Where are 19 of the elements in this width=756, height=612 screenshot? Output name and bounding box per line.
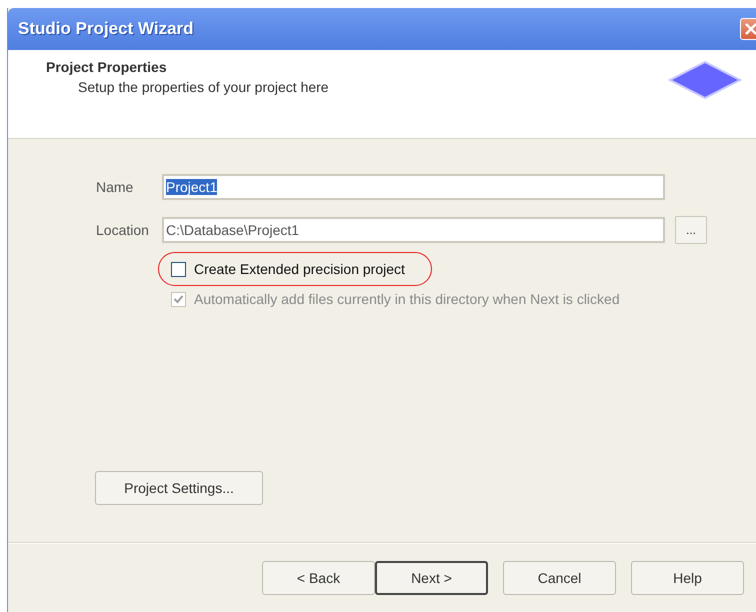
input-field[interactable]: Project1 bbox=[162, 174, 665, 200]
page-title: Project Properties bbox=[46, 59, 168, 75]
browse-button[interactable]: ... bbox=[675, 216, 707, 244]
diamond-icon bbox=[668, 60, 742, 100]
checkbox-label: Create Extended precision project bbox=[194, 261, 405, 277]
wizard-button[interactable]: Next > bbox=[375, 561, 488, 595]
page-subtitle: Setup the properties of your project here bbox=[78, 79, 329, 95]
field-label: Location bbox=[96, 222, 150, 238]
checkbox-label: Automatically add files currently in this directory when Next is clicked bbox=[194, 291, 620, 307]
wizard-button[interactable]: Cancel bbox=[503, 561, 616, 595]
wizard-button[interactable]: Help bbox=[631, 561, 744, 595]
input-field[interactable]: C:\Database\Project1 bbox=[162, 217, 665, 243]
window-title: Studio Project Wizard bbox=[18, 19, 194, 39]
project-settings-button[interactable]: Project Settings... bbox=[95, 471, 263, 505]
close-icon bbox=[743, 21, 756, 37]
wizard-button[interactable]: < Back bbox=[262, 561, 375, 595]
close-button[interactable] bbox=[740, 18, 756, 40]
checkbox[interactable] bbox=[171, 262, 186, 276]
field-label: Name bbox=[96, 179, 134, 195]
